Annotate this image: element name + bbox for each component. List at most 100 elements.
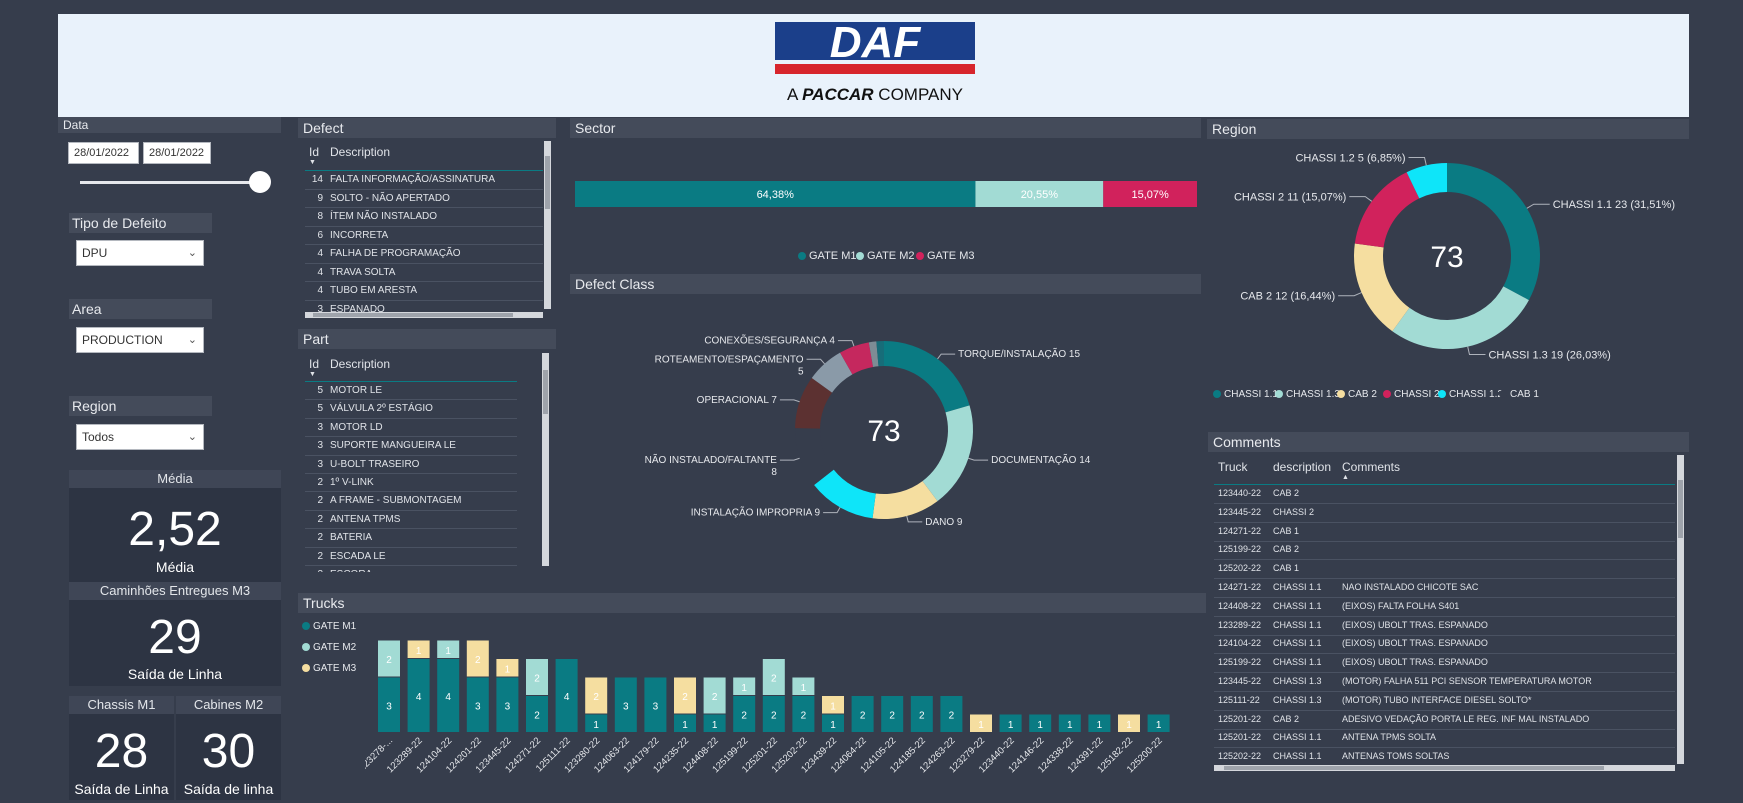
row-description: MOTOR LE <box>330 385 383 396</box>
table-row[interactable]: 2 A FRAME - SUBMONTAGEM <box>305 492 517 510</box>
truck-bar-label: 1 <box>1126 720 1132 731</box>
tagline: A PACCAR COMPANY <box>775 85 975 105</box>
tipo-defeito-dropdown[interactable]: DPU ⌄ <box>76 240 204 266</box>
sector-legend: GATE M1 GATE M2 GATE M3 <box>570 248 1201 264</box>
truck-bar-label: 2 <box>386 655 392 666</box>
comment-row[interactable]: 123289-22 CHASSI 1.1 (EIXOS) UBOLT TRAS. E… <box>1214 617 1675 634</box>
comment-row[interactable]: 123445-22 CHASSI 2 <box>1214 504 1675 521</box>
comment-text: (MOTOR) FALHA 511 PCI SENSOR TEMPERATURA… <box>1342 676 1592 686</box>
comment-text: (EIXOS) UBOLT TRAS. ESPANADO <box>1342 619 1488 630</box>
row-description: TRAVA SOLTA <box>330 266 396 278</box>
defect-vscroll-thumb[interactable] <box>545 156 550 209</box>
donut-data-label: 8 <box>771 467 777 478</box>
table-row[interactable]: 2 ESCADA LE <box>305 548 517 566</box>
comment-row[interactable]: 125201-22 CHASSI 1.1 ANTENA TPMS SOLTA <box>1214 729 1675 746</box>
truck-bar-label: 1 <box>830 701 836 712</box>
table-row[interactable]: 4 TRAVA SOLTA <box>305 264 543 282</box>
comment-row[interactable]: 125201-22 CAB 2 ADESIVO VEDAÇÃO PORTA LE R… <box>1214 711 1675 728</box>
region-legend-item: CHASSI 1.1 <box>1213 389 1278 400</box>
legend-label: CHASSI 1.1 <box>1224 389 1278 400</box>
sector-legend-item: GATE M2 <box>856 250 914 262</box>
region-legend-item: CHASSI 1.2 <box>1438 389 1503 400</box>
truck-bar-label: 2 <box>475 655 481 666</box>
truck-bar-label: 2 <box>889 711 895 722</box>
row-description: FALHA DE PROGRAMAÇÃO <box>330 248 461 259</box>
comment-row[interactable]: 125199-22 CHASSI 1.1 (EIXOS) UBOLT TRAS. E… <box>1214 654 1675 671</box>
table-row[interactable]: 4 TUBO EM ARESTA <box>305 282 543 300</box>
defect-col-description[interactable]: Description <box>330 145 390 159</box>
table-row[interactable]: 2 ANTENA TPMS <box>305 511 517 529</box>
date-slider-thumb[interactable] <box>249 171 271 193</box>
comment-row[interactable]: 124271-22 CHASSI 1.1 NAO INSTALADO CHICOTE… <box>1214 579 1675 596</box>
comment-description: CAB 1 <box>1273 525 1300 536</box>
table-row[interactable]: 3 SUPORTE MANGUEIRA LE <box>305 437 517 455</box>
legend-dot-icon <box>1499 390 1507 398</box>
comment-text: (MOTOR) TUBO INTERFACE DIESEL SOLTO* <box>1342 694 1532 705</box>
defect-hscroll-thumb[interactable] <box>313 313 513 317</box>
legend-label: CHASSI 1.2 <box>1449 389 1503 400</box>
comments-hscroll-thumb[interactable] <box>1224 766 1604 770</box>
comment-row[interactable]: 124104-22 CHASSI 1.1 (EIXOS) UBOLT TRAS. E… <box>1214 635 1675 652</box>
table-row[interactable]: 6 INCORRETA <box>305 227 543 245</box>
date-slider-track[interactable] <box>80 181 260 184</box>
table-row[interactable]: 2 BATERIA <box>305 529 517 547</box>
donut-leader-line <box>823 507 841 514</box>
media-value: 2,52 <box>128 503 222 556</box>
comment-row[interactable]: 125199-22 CAB 2 <box>1214 541 1675 558</box>
comment-row[interactable]: 125111-22 CHASSI 1.3 (MOTOR) TUBO INTERFAC… <box>1214 692 1675 709</box>
table-row[interactable]: 14 FALTA INFORMAÇÃO/ASSINATURA <box>305 171 543 189</box>
table-row[interactable]: 3 U-BOLT TRASEIRO <box>305 456 517 474</box>
cabines-value: 30 <box>201 725 256 778</box>
truck-bar-label: 2 <box>534 711 540 722</box>
row-description: A FRAME - SUBMONTAGEM <box>330 495 462 507</box>
comment-description: CHASSI 1.1 <box>1273 732 1322 743</box>
region-dropdown[interactable]: Todos ⌄ <box>76 424 204 450</box>
part-col-description[interactable]: Description <box>330 357 390 371</box>
table-row[interactable]: 5 VÁLVULA 2º ESTÁGIO <box>305 400 517 418</box>
row-description: VÁLVULA 2º ESTÁGIO <box>330 403 433 415</box>
tipo-defeito-label: Tipo de Defeito <box>69 213 212 233</box>
comment-row[interactable]: 125202-22 CHASSI 1.1 ANTENAS TOMS SOLTAS <box>1214 748 1675 764</box>
table-row[interactable]: 5 MOTOR LE <box>305 382 517 400</box>
table-row[interactable]: 2 ESCORA <box>305 566 517 572</box>
donut-slice <box>922 405 973 502</box>
table-row[interactable]: 4 FALHA DE PROGRAMAÇÃO <box>305 245 543 263</box>
comments-col-truck[interactable]: Truck <box>1218 460 1248 474</box>
date-from-input[interactable]: 28/01/2022 <box>68 142 139 164</box>
part-panel-title: Part <box>298 329 556 349</box>
truck-bar-label: 1 <box>1067 720 1073 731</box>
date-to-input[interactable]: 28/01/2022 <box>143 142 211 164</box>
part-col-id[interactable]: Id <box>309 357 319 371</box>
donut-data-label: CAB 2 12 (16,44%) <box>1240 291 1335 303</box>
comments-vscroll-thumb[interactable] <box>1678 480 1683 538</box>
row-id: 2 <box>317 550 323 562</box>
table-row[interactable]: 3 MOTOR LD <box>305 419 517 437</box>
truck-bar-label: 3 <box>623 701 629 712</box>
comment-row[interactable]: 124271-22 CAB 1 <box>1214 523 1675 540</box>
comment-row[interactable]: 125202-22 CAB 1 <box>1214 560 1675 577</box>
region-legend-item: CAB 2 <box>1337 389 1377 400</box>
comment-row[interactable]: 124408-22 CHASSI 1.1 (EIXOS) FALTA FOLHA S… <box>1214 598 1675 615</box>
truck-bar-label: 2 <box>801 711 807 722</box>
table-row[interactable]: 2 1º V-LINK <box>305 474 517 492</box>
truck-bar-label: 1 <box>505 664 511 675</box>
area-dropdown[interactable]: PRODUCTION ⌄ <box>76 327 204 353</box>
comment-text: NAO INSTALADO CHICOTE SAC <box>1342 582 1479 592</box>
donut-leader-line <box>779 457 800 461</box>
legend-dot-icon <box>1337 390 1345 398</box>
comment-row[interactable]: 123440-22 CAB 2 <box>1214 485 1675 502</box>
row-description: BATERIA <box>330 532 373 544</box>
comments-col-comments[interactable]: Comments <box>1342 460 1400 474</box>
sort-asc-icon: ▲ <box>1342 474 1349 481</box>
table-row[interactable]: 8 ÍTEM NÃO INSTALADO <box>305 208 543 226</box>
defect-col-id[interactable]: Id <box>309 145 319 159</box>
tagline-company: COMPANY <box>873 85 963 104</box>
part-vscroll-thumb[interactable] <box>543 370 548 414</box>
sector-chart: 64,38% 20,55% 15,07% <box>575 181 1197 207</box>
comment-row[interactable]: 123445-22 CHASSI 1.3 (MOTOR) FALHA 511 PCI… <box>1214 673 1675 690</box>
row-id: 3 <box>317 421 323 433</box>
table-row[interactable]: 9 SOLTO - NÃO APERTADO <box>305 190 543 208</box>
donut-data-label: NÃO INSTALADO/FALTANTE <box>645 453 778 466</box>
comments-col-description[interactable]: description <box>1273 460 1331 474</box>
truck-bar-label: 3 <box>386 701 392 712</box>
